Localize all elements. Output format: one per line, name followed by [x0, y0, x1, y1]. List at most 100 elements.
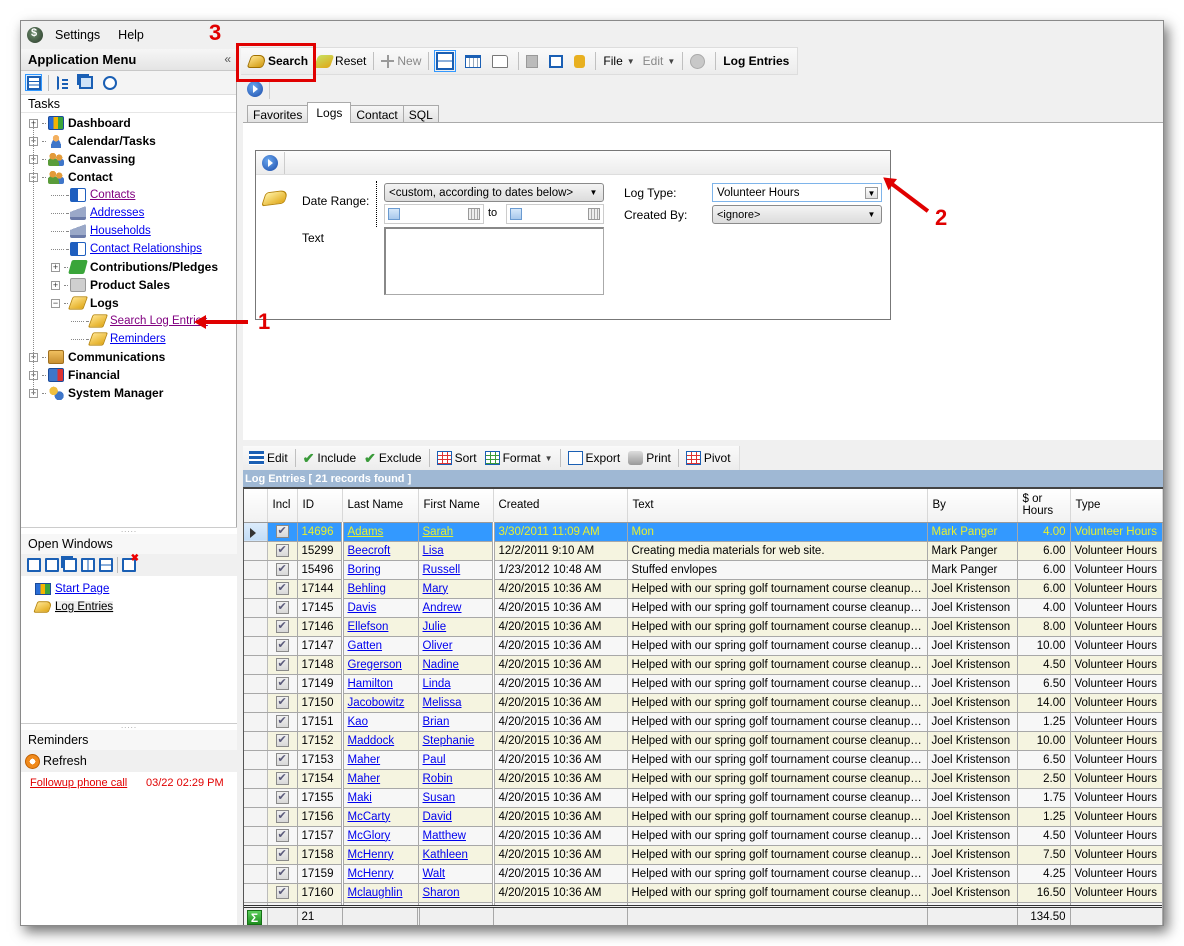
first-name-link[interactable]: Brian: [423, 716, 450, 728]
table-row[interactable]: 17154 Maher Robin 4/20/2015 10:36 AMHelped …: [244, 769, 1163, 789]
grid-edit-button[interactable]: Edit: [245, 447, 292, 469]
first-name-link[interactable]: Lisa: [423, 545, 444, 557]
first-name-cell[interactable]: Kathleen: [418, 845, 495, 865]
open-window-label[interactable]: Start Page: [55, 583, 109, 595]
last-name-link[interactable]: Beecroft: [348, 545, 391, 557]
first-name-cell[interactable]: Sharon: [418, 883, 495, 903]
last-name-cell[interactable]: Adams: [342, 522, 419, 542]
tile-vertical-icon[interactable]: [81, 558, 95, 572]
end-date-picker[interactable]: [506, 204, 604, 224]
row-header[interactable]: [244, 807, 268, 827]
table-row[interactable]: 15299 Beecroft Lisa 12/2/2011 9:10 AMCreati…: [244, 541, 1163, 561]
last-name-link[interactable]: Maddock: [348, 735, 395, 747]
last-name-link[interactable]: McHenry: [348, 849, 394, 861]
first-name-link[interactable]: Melissa: [423, 697, 462, 709]
first-name-cell[interactable]: Melissa: [418, 693, 495, 713]
last-name-cell[interactable]: Maki: [342, 788, 419, 808]
first-name-cell[interactable]: Linda: [418, 674, 495, 694]
last-name-link[interactable]: Behling: [348, 583, 386, 595]
incl-cell[interactable]: [267, 731, 298, 751]
row-header[interactable]: [244, 731, 268, 751]
close-window-icon[interactable]: ✖: [122, 553, 139, 572]
first-name-link[interactable]: Nadine: [423, 659, 459, 671]
table-row[interactable]: 17150 Jacobowitz Melissa 4/20/2015 10:36 AM…: [244, 693, 1163, 713]
first-name-cell[interactable]: Paul: [418, 750, 495, 770]
incl-cell[interactable]: [267, 693, 298, 713]
first-name-cell[interactable]: Susan: [418, 788, 495, 808]
edit-menu[interactable]: Edit ▼: [639, 50, 680, 72]
incl-cell[interactable]: [267, 636, 298, 656]
tree-item-calendar-tasks[interactable]: + Calendar/Tasks: [21, 132, 236, 150]
include-checkbox[interactable]: [275, 733, 289, 747]
calendar-icon[interactable]: [588, 208, 600, 220]
incl-cell[interactable]: [267, 826, 298, 846]
expand-icon[interactable]: +: [51, 280, 60, 290]
new-button[interactable]: New: [377, 50, 425, 72]
row-header[interactable]: [244, 598, 268, 618]
table-row[interactable]: 14696 Adams Sarah 3/30/2011 11:09 AMMonMark…: [244, 522, 1163, 542]
last-name-cell[interactable]: McHenry: [342, 845, 419, 865]
pivot-button[interactable]: Pivot: [682, 447, 739, 469]
save-button[interactable]: [522, 50, 545, 72]
reminder-link[interactable]: Followup phone call: [30, 777, 146, 789]
first-name-cell[interactable]: Walt: [418, 864, 495, 884]
tree-item-system-manager[interactable]: + System Manager: [21, 384, 236, 402]
table-row[interactable]: 17157 McGlory Matthew 4/20/2015 10:36 AMHel…: [244, 826, 1163, 846]
last-name-link[interactable]: Maki: [348, 792, 372, 804]
row-header[interactable]: [244, 769, 268, 789]
first-name-cell[interactable]: Stephanie: [418, 731, 495, 751]
start-date-checkbox[interactable]: [388, 208, 400, 220]
tree-item-label[interactable]: Dashboard: [68, 116, 131, 130]
include-button[interactable]: ✔ Include: [299, 447, 360, 469]
incl-cell[interactable]: [267, 845, 298, 865]
refresh-button[interactable]: Refresh: [21, 750, 237, 772]
first-name-link[interactable]: Mary: [423, 583, 449, 595]
tree-item-label[interactable]: Addresses: [90, 207, 144, 219]
last-name-cell[interactable]: Maher: [342, 750, 419, 770]
tree-item-communications[interactable]: + Communications: [21, 348, 236, 366]
row-header[interactable]: [244, 560, 268, 580]
cascade-windows-icon[interactable]: [63, 558, 77, 572]
incl-cell[interactable]: [267, 769, 298, 789]
column-header-text[interactable]: Text: [627, 489, 928, 523]
column-header-last-name[interactable]: Last Name: [342, 489, 419, 523]
first-name-link[interactable]: Robin: [423, 773, 453, 785]
row-header[interactable]: [244, 522, 268, 542]
tab-sql[interactable]: SQL: [402, 105, 439, 123]
last-name-cell[interactable]: Mclaughlin: [342, 883, 419, 903]
first-name-cell[interactable]: Sarah: [418, 522, 495, 542]
tree-item-contributions-pledges[interactable]: + Contributions/Pledges: [21, 258, 236, 276]
collapse-icon[interactable]: −: [51, 298, 60, 308]
restore-window-icon[interactable]: [45, 558, 59, 572]
tree-view-icon[interactable]: [57, 75, 69, 90]
first-name-cell[interactable]: Matthew: [418, 826, 495, 846]
table-row[interactable]: 17158 McHenry Kathleen 4/20/2015 10:36 AMHe…: [244, 845, 1163, 865]
table-row[interactable]: 15496 Boring Russell 1/23/2012 10:48 AMStuf…: [244, 560, 1163, 580]
include-checkbox[interactable]: [275, 714, 289, 728]
last-name-cell[interactable]: McGlory: [342, 826, 419, 846]
tree-item-label[interactable]: Contact: [68, 170, 113, 184]
list-view-button[interactable]: [25, 74, 42, 91]
start-date-picker[interactable]: [384, 204, 484, 224]
format-button[interactable]: Format ▼: [481, 447, 557, 469]
tile-horizontal-icon[interactable]: [99, 558, 113, 572]
tree-item-label[interactable]: Calendar/Tasks: [68, 134, 156, 148]
first-name-cell[interactable]: Julie: [418, 617, 495, 637]
last-name-cell[interactable]: Behling: [342, 579, 419, 599]
table-row[interactable]: 17144 Behling Mary 4/20/2015 10:36 AMHelped…: [244, 579, 1163, 599]
table-row[interactable]: 17147 Gatten Oliver 4/20/2015 10:36 AMHelpe…: [244, 636, 1163, 656]
tree-item-label[interactable]: Contact Relationships: [90, 243, 202, 255]
tree-item-label[interactable]: Households: [90, 225, 151, 237]
row-header[interactable]: [244, 617, 268, 637]
table-row[interactable]: 17160 Mclaughlin Sharon 4/20/2015 10:36 AMH…: [244, 883, 1163, 903]
sort-button[interactable]: Sort: [433, 447, 481, 469]
include-checkbox[interactable]: [275, 600, 289, 614]
last-name-link[interactable]: Gregerson: [348, 659, 402, 671]
last-name-cell[interactable]: Beecroft: [342, 541, 419, 561]
first-name-link[interactable]: Matthew: [423, 830, 466, 842]
expand-icon[interactable]: +: [51, 262, 60, 272]
table-row[interactable]: 17156 McCarty David 4/20/2015 10:36 AMHelpe…: [244, 807, 1163, 827]
tree-item-reminders[interactable]: Reminders: [21, 330, 236, 348]
print-button[interactable]: Print: [624, 447, 675, 469]
tree-item-label[interactable]: Logs: [90, 296, 119, 310]
